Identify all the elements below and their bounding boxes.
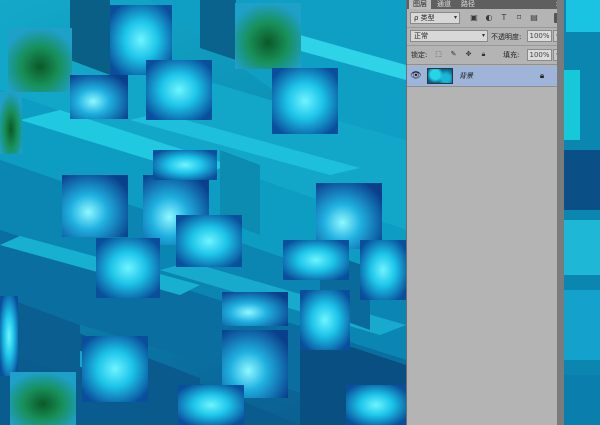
canvas-artwork	[0, 0, 406, 425]
panel-dock-edge	[557, 0, 564, 425]
type-filter-icon[interactable]: T	[499, 13, 509, 23]
shape-filter-icon[interactable]: ⌑	[514, 13, 524, 23]
fill-input[interactable]: 100%	[527, 49, 552, 61]
fill-label: 填充:	[503, 51, 520, 59]
layer-filter-row: ρ 类型 ▾ ▣ ◐ T ⌑ ▤	[407, 9, 565, 28]
layer-thumbnail	[427, 68, 453, 84]
document-canvas[interactable]	[0, 0, 406, 425]
blend-mode-row: 正常 ▾ 不透明度: 100% ▾	[407, 28, 565, 46]
opacity-label: 不透明度:	[491, 33, 522, 41]
lock-image-pixels-icon[interactable]: ✎	[449, 50, 458, 59]
tab-channels[interactable]: 通道	[433, 0, 455, 9]
eye-icon[interactable]: 👁︎	[410, 70, 422, 82]
layers-panel: 图层 通道 路径 × ρ 类型 ▾ ▣ ◐ T ⌑ ▤ 正常 ▾ 不透明度: 1…	[406, 0, 565, 425]
chevron-down-icon: ▾	[453, 14, 457, 21]
layer-row-background[interactable]: 👁︎ 背景 🔒︎	[407, 66, 557, 87]
smart-object-filter-icon[interactable]: ▤	[529, 13, 539, 23]
chevron-down-icon: ▾	[481, 32, 485, 39]
image-filter-icon[interactable]: ▣	[469, 13, 479, 23]
lock-transparent-pixels-icon[interactable]: ⬚	[434, 50, 443, 59]
lock-all-icon[interactable]: 🔒︎	[479, 50, 488, 59]
lock-label: 锁定:	[411, 51, 428, 59]
canvas-right-slice	[564, 0, 600, 425]
layers-panel-body: ρ 类型 ▾ ▣ ◐ T ⌑ ▤ 正常 ▾ 不透明度: 100% ▾ 锁定: ⬚…	[407, 9, 565, 425]
layer-name: 背景	[459, 72, 473, 80]
filter-kind-dropdown[interactable]: ρ 类型 ▾	[410, 12, 460, 24]
opacity-input[interactable]: 100%	[527, 30, 552, 42]
filter-kind-label: ρ 类型	[414, 14, 435, 22]
lock-position-icon[interactable]: ✥	[464, 50, 473, 59]
tab-paths[interactable]: 路径	[457, 0, 479, 9]
lock-row: 锁定: ⬚ ✎ ✥ 🔒︎ 填充: 100% ▾	[407, 46, 565, 65]
canvas-right-artwork	[564, 0, 600, 425]
layer-lock-icon: 🔒︎	[539, 71, 545, 80]
panel-tab-bar: 图层 通道 路径 ×	[407, 0, 565, 9]
adjustment-filter-icon[interactable]: ◐	[484, 13, 494, 23]
blend-mode-dropdown[interactable]: 正常 ▾	[410, 30, 488, 42]
tab-layers[interactable]: 图层	[409, 0, 431, 9]
blend-mode-value: 正常	[414, 32, 428, 40]
